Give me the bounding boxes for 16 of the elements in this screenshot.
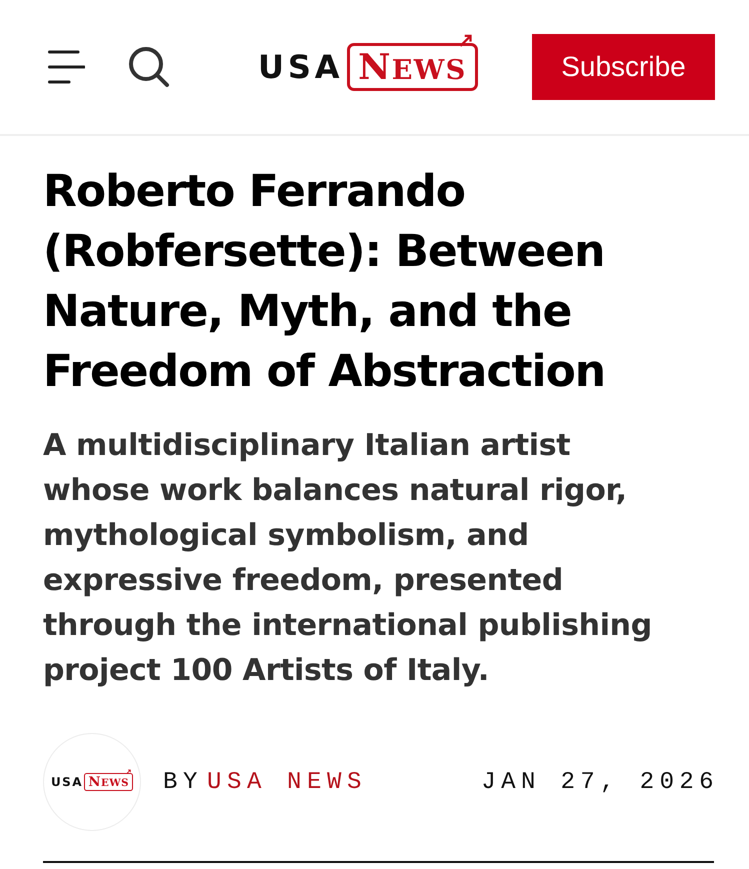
byline-prefix: BY bbox=[163, 768, 204, 796]
subscribe-button[interactable]: Subscribe bbox=[532, 34, 715, 100]
menu-button[interactable] bbox=[48, 49, 85, 85]
publish-date: JAN 27, 2026 bbox=[481, 768, 719, 796]
arrow-icon bbox=[459, 33, 474, 48]
menu-icon bbox=[48, 49, 85, 85]
article-subtitle: A multidisciplinary Italian artist whose work balances natural rigor, mythological symbolism, and expressive freedom, presented through the international publishing project 100 Artists of Italy. bbox=[43, 427, 653, 690]
logo-text: USA bbox=[258, 51, 344, 83]
author-link[interactable]: USA NEWS bbox=[207, 768, 368, 796]
avatar-logo-text: USA bbox=[50, 776, 83, 788]
arrow-icon bbox=[126, 769, 132, 775]
search-button[interactable] bbox=[128, 46, 170, 88]
logo-framed-text: NEWS bbox=[347, 42, 478, 92]
search-icon bbox=[128, 46, 170, 88]
article-title: Roberto Ferrando (Robfersette): Between Nature, Myth, and the Freedom of Abstraction bbox=[43, 165, 606, 399]
avatar-logo-framed-text: NEWS bbox=[84, 773, 134, 791]
